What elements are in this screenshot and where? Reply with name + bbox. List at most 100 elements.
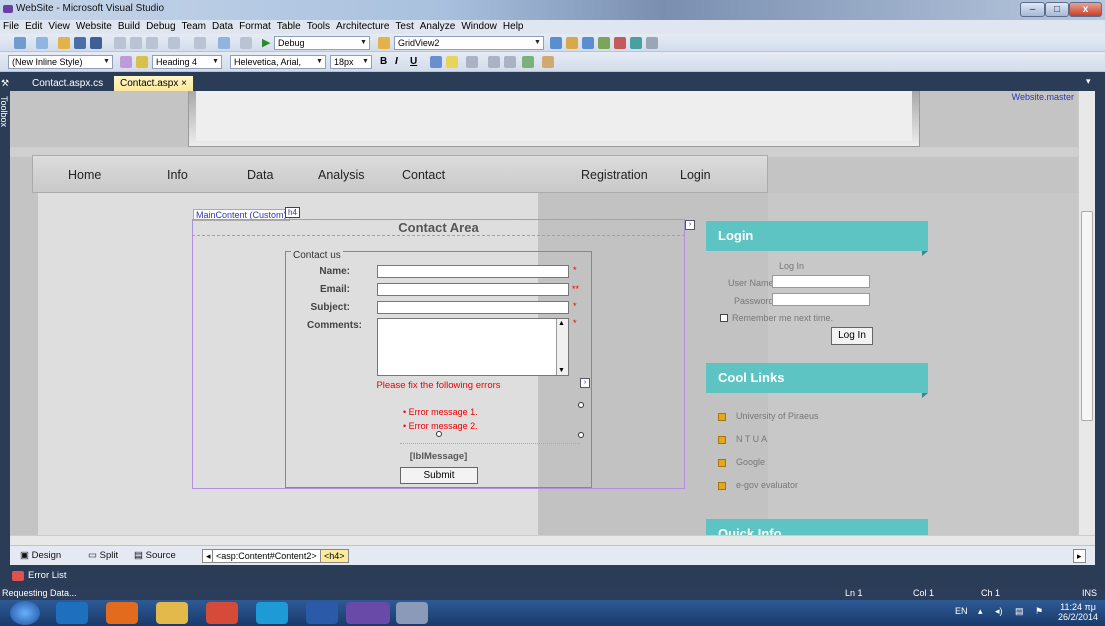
redo-icon[interactable] [194, 37, 206, 49]
menu-window[interactable]: Window [458, 20, 500, 34]
toolbox-pin-icon[interactable]: ⚒ [1, 78, 9, 89]
menu-tools[interactable]: Tools [304, 20, 333, 34]
password-input[interactable] [772, 293, 870, 306]
menu-debug[interactable]: Debug [143, 20, 178, 34]
design-view-button[interactable]: ▣ Design [20, 550, 61, 561]
start-debugging-icon[interactable]: ▶ [262, 36, 270, 49]
fore-color-icon[interactable] [430, 56, 442, 68]
apply-style-icon[interactable] [136, 56, 148, 68]
highlight-icon[interactable] [446, 56, 458, 68]
toolbox-icon[interactable] [598, 37, 610, 49]
control-handle-icon[interactable] [578, 402, 584, 408]
link-university-of-piraeus[interactable]: University of Piraeus [718, 411, 819, 421]
menu-analyze[interactable]: Analyze [417, 20, 459, 34]
breadcrumb-content[interactable]: <asp:Content#Content2> [212, 549, 321, 563]
navigate-forward-icon[interactable] [240, 37, 252, 49]
name-input[interactable] [377, 265, 569, 278]
subject-input[interactable] [377, 301, 569, 314]
italic-button[interactable]: I [395, 56, 398, 67]
undo-icon[interactable] [168, 37, 180, 49]
open-file-icon[interactable] [58, 37, 70, 49]
underline-button[interactable]: U [410, 56, 417, 67]
h4-tag[interactable]: h4 [285, 207, 300, 218]
breadcrumb-forward-icon[interactable]: ▸ [1073, 549, 1086, 563]
block-format-select[interactable]: Heading 4 ▼ [152, 55, 222, 69]
solution-explorer-icon[interactable] [550, 37, 562, 49]
link-egov-evaluator[interactable]: e-gov evaluator [718, 480, 798, 490]
remember-me-checkbox[interactable] [720, 314, 728, 322]
template-icon[interactable] [542, 56, 554, 68]
login-button[interactable]: Log In [831, 327, 873, 345]
link-ntua[interactable]: N T U A [718, 434, 767, 444]
menu-website[interactable]: Website [73, 20, 115, 34]
nav-home[interactable]: Home [68, 168, 101, 182]
email-input[interactable] [377, 283, 569, 296]
control-handle-icon[interactable] [578, 432, 584, 438]
menu-architecture[interactable]: Architecture [333, 20, 392, 34]
volume-icon[interactable]: ◂) [995, 606, 1003, 617]
paint-icon[interactable] [396, 602, 428, 624]
master-page-link[interactable]: Website.master [1012, 92, 1074, 102]
properties-icon[interactable] [566, 37, 578, 49]
menu-file[interactable]: File [0, 20, 22, 34]
menu-test[interactable]: Test [392, 20, 416, 34]
split-view-button[interactable]: ▭ Split [88, 550, 118, 561]
menu-table[interactable]: Table [274, 20, 304, 34]
link-google[interactable]: Google [718, 457, 765, 467]
file-explorer-icon[interactable] [156, 602, 188, 624]
scroll-up-icon[interactable]: ▲ [558, 320, 565, 327]
minimize-button[interactable]: – [1020, 2, 1045, 17]
close-button[interactable]: x [1069, 2, 1102, 17]
find-combo[interactable]: GridView2 ▼ [394, 36, 544, 50]
nav-contact[interactable]: Contact [402, 168, 445, 182]
paste-icon[interactable] [146, 37, 158, 49]
smart-tag-arrow-icon[interactable]: › [580, 378, 590, 388]
network-icon[interactable]: ▤ [1015, 606, 1024, 617]
menu-format[interactable]: Format [236, 20, 274, 34]
align-icon[interactable] [466, 56, 478, 68]
start-page-icon[interactable] [614, 37, 626, 49]
solution-configuration-select[interactable]: Debug ▼ [274, 36, 370, 50]
nav-info[interactable]: Info [167, 168, 188, 182]
action-center-icon[interactable]: ⚑ [1035, 606, 1043, 617]
bold-button[interactable]: B [380, 56, 387, 67]
tray-arrow-icon[interactable]: ▴ [978, 606, 983, 617]
error-list-tab[interactable]: Error List [28, 570, 67, 581]
extension-manager-icon[interactable] [630, 37, 642, 49]
save-all-icon[interactable] [90, 37, 102, 49]
menu-team[interactable]: Team [179, 20, 209, 34]
scroll-down-icon[interactable]: ▼ [558, 367, 565, 374]
menu-edit[interactable]: Edit [22, 20, 45, 34]
design-surface[interactable]: Website.master Home Info Data Analysis C… [10, 91, 1078, 535]
tab-overflow-icon[interactable]: ▾ [1086, 76, 1091, 87]
toolbox-strip[interactable]: ⚒ Toolbox [0, 74, 10, 544]
breadcrumb-h4[interactable]: <h4> [320, 549, 349, 563]
smart-tag-arrow-icon[interactable]: › [685, 220, 695, 230]
tab-contact-aspx[interactable]: Contact.aspx × [114, 76, 193, 91]
menu-help[interactable]: Help [500, 20, 527, 34]
find-in-files-icon[interactable] [378, 37, 390, 49]
nav-registration[interactable]: Registration [581, 168, 648, 182]
menu-view[interactable]: View [45, 20, 73, 34]
object-browser-icon[interactable] [582, 37, 594, 49]
nav-data[interactable]: Data [247, 168, 273, 182]
close-tab-icon[interactable]: × [181, 78, 187, 89]
bulleted-list-icon[interactable] [504, 56, 516, 68]
hyperlink-icon[interactable] [522, 56, 534, 68]
word-icon[interactable] [306, 602, 338, 624]
textarea-scrollbar[interactable]: ▲ ▼ [556, 319, 568, 375]
chrome-icon[interactable] [206, 602, 238, 624]
submit-button[interactable]: Submit [400, 467, 478, 484]
copy-icon[interactable] [130, 37, 142, 49]
right-tool-strip[interactable] [1095, 74, 1105, 544]
menu-build[interactable]: Build [115, 20, 143, 34]
new-project-icon[interactable] [14, 37, 26, 49]
toolbox-tab[interactable]: Toolbox [0, 96, 9, 127]
nav-analysis[interactable]: Analysis [318, 168, 365, 182]
comments-textarea[interactable]: ▲ ▼ [377, 318, 569, 376]
new-style-icon[interactable] [120, 56, 132, 68]
clock[interactable]: 11:24 πμ 26/2/2014 [1058, 602, 1098, 622]
source-view-button[interactable]: ▤ Source [134, 550, 176, 561]
vertical-scrollbar[interactable] [1078, 91, 1095, 535]
control-handle-icon[interactable] [436, 431, 442, 437]
